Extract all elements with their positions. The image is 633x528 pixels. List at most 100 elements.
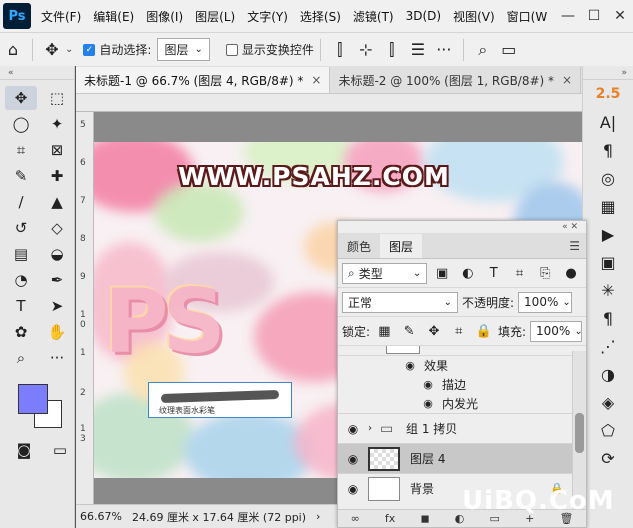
- brush-tool-icon[interactable]: ∕: [5, 190, 37, 214]
- frame-tool-icon[interactable]: ⊠: [41, 138, 73, 162]
- healing-brush-icon[interactable]: ✚: [41, 164, 73, 188]
- navigator-icon[interactable]: ▣: [583, 248, 633, 276]
- menu-view[interactable]: 视图(V): [447, 8, 501, 25]
- effects-row[interactable]: ◉ 效果: [338, 356, 586, 375]
- menu-layer[interactable]: 图层(L): [189, 8, 241, 25]
- pen-tool-icon[interactable]: ✒: [41, 268, 73, 292]
- effect-inner-glow-row[interactable]: ◉ 内发光: [338, 394, 586, 413]
- align-right-icon[interactable]: ⫿: [379, 40, 405, 60]
- lock-position-icon[interactable]: ✥: [424, 324, 445, 339]
- more-icon[interactable]: ···: [431, 40, 457, 59]
- move-tool-icon[interactable]: ✥: [5, 86, 37, 110]
- collapse-icon[interactable]: «: [0, 66, 74, 80]
- scrollbar-thumb[interactable]: [575, 413, 584, 453]
- swatches-icon[interactable]: ▦: [583, 192, 633, 220]
- eye-icon[interactable]: ◉: [402, 359, 418, 372]
- tab-document-1[interactable]: 未标题-1 @ 66.7% (图层 4, RGB/8#) * ×: [76, 67, 331, 93]
- marquee-tool-icon[interactable]: ⬚: [41, 86, 73, 110]
- brush-settings-icon[interactable]: ◎: [583, 164, 633, 192]
- tab-layers[interactable]: 图层: [380, 234, 423, 258]
- effect-stroke-row[interactable]: ◉ 描边: [338, 375, 586, 394]
- align-center-icon[interactable]: ⊹: [353, 40, 379, 59]
- share-icon[interactable]: ⋰: [583, 332, 633, 360]
- hand-tool-icon[interactable]: ✋: [41, 320, 73, 344]
- opacity-field[interactable]: 100% ⌄: [518, 291, 573, 313]
- history-brush-icon[interactable]: ↺: [5, 216, 37, 240]
- paragraph-icon[interactable]: ¶: [583, 304, 633, 332]
- tab-document-2[interactable]: 未标题-2 @ 100% (图层 1, RGB/8#) * ×: [330, 67, 582, 93]
- minimize-button[interactable]: —: [555, 8, 581, 24]
- dodge-tool-icon[interactable]: ◔: [5, 268, 37, 292]
- fx-icon[interactable]: fx: [385, 512, 395, 525]
- lock-image-icon[interactable]: ✎: [399, 324, 420, 339]
- quick-mask-icon[interactable]: ◙: [8, 438, 40, 462]
- mask-icon[interactable]: ◼: [420, 512, 429, 525]
- chevron-down-icon[interactable]: ⌄: [65, 44, 73, 55]
- filter-type-dropdown[interactable]: ⌕ 类型 ⌄: [342, 262, 428, 284]
- rotate-icon[interactable]: ⟳: [583, 444, 633, 472]
- path-select-icon[interactable]: ➤: [41, 294, 73, 318]
- eye-icon[interactable]: ◉: [420, 397, 436, 410]
- blend-mode-dropdown[interactable]: 正常 ⌄: [342, 291, 458, 313]
- menu-image[interactable]: 图像(I): [140, 8, 189, 25]
- eyedropper-icon[interactable]: ✎: [5, 164, 37, 188]
- type-tool-icon[interactable]: T: [5, 294, 37, 318]
- crop-tool-icon[interactable]: ⌗: [5, 138, 37, 162]
- stamp-tool-icon[interactable]: ▲: [41, 190, 73, 214]
- foreground-color-swatch[interactable]: [18, 384, 48, 414]
- link-layers-icon[interactable]: ∞: [351, 512, 360, 525]
- align-left-icon[interactable]: ⫿: [327, 40, 353, 60]
- magic-wand-icon[interactable]: ✦: [41, 112, 73, 136]
- layer-4-row[interactable]: ◉ 图层 4: [338, 443, 586, 473]
- close-button[interactable]: ✕: [607, 8, 633, 24]
- close-icon[interactable]: ×: [311, 73, 321, 87]
- collapse-icon[interactable]: »: [583, 66, 633, 80]
- workspace-icon[interactable]: ▭: [496, 40, 522, 59]
- eraser-tool-icon[interactable]: ◇: [41, 216, 73, 240]
- sparkle-icon[interactable]: ✳: [583, 276, 633, 304]
- distribute-icon[interactable]: ☰: [405, 40, 431, 59]
- panel-collapse-icon[interactable]: « ✕: [338, 221, 586, 233]
- image-filter-icon[interactable]: ▣: [431, 266, 453, 281]
- smart-object-filter-icon[interactable]: ⎘: [534, 266, 556, 281]
- zoom-level[interactable]: 66.67%: [80, 510, 122, 523]
- menu-file[interactable]: 文件(F): [35, 8, 87, 25]
- menu-edit[interactable]: 编辑(E): [87, 8, 140, 25]
- paths-icon[interactable]: ⬠: [583, 416, 633, 444]
- screen-mode-icon[interactable]: ▭: [44, 438, 76, 462]
- menu-window[interactable]: 窗口(W: [501, 8, 554, 25]
- fill-field[interactable]: 100% ⌄: [530, 320, 583, 342]
- shape-filter-icon[interactable]: ⌗: [509, 266, 531, 281]
- type-filter-icon[interactable]: T: [483, 266, 505, 281]
- menu-type[interactable]: 文字(Y): [241, 8, 294, 25]
- auto-select-checkbox[interactable]: ✓: [83, 43, 96, 56]
- menu-filter[interactable]: 滤镜(T): [347, 8, 400, 25]
- chevron-right-icon[interactable]: ›: [316, 510, 320, 523]
- filter-toggle-icon[interactable]: ●: [560, 266, 582, 281]
- brush-size-readout[interactable]: 2.5: [583, 80, 633, 108]
- eye-icon[interactable]: ◉: [338, 482, 368, 496]
- maximize-button[interactable]: ☐: [581, 8, 607, 24]
- lasso-tool-icon[interactable]: ◯: [5, 112, 37, 136]
- adjustment-filter-icon[interactable]: ◐: [457, 266, 479, 281]
- search-icon[interactable]: ⌕: [470, 40, 496, 60]
- channels-icon[interactable]: ◈: [583, 388, 633, 416]
- lock-artboard-icon[interactable]: ⌗: [448, 324, 469, 339]
- lock-transparent-icon[interactable]: ▦: [374, 324, 395, 339]
- play-icon[interactable]: ▶: [583, 220, 633, 248]
- shape-tool-icon[interactable]: ✿: [5, 320, 37, 344]
- eye-icon[interactable]: ◉: [338, 452, 368, 466]
- menu-select[interactable]: 选择(S): [294, 8, 347, 25]
- eye-icon[interactable]: ◉: [420, 378, 436, 391]
- chevron-right-icon[interactable]: ›: [368, 423, 380, 434]
- move-tool-icon[interactable]: ✥: [39, 40, 65, 59]
- close-icon[interactable]: ×: [562, 73, 572, 87]
- lock-all-icon[interactable]: 🔒: [473, 324, 494, 339]
- adjustments-icon[interactable]: ◑: [583, 360, 633, 388]
- gradient-tool-icon[interactable]: ▤: [5, 242, 37, 266]
- eye-icon[interactable]: ◉: [338, 422, 368, 436]
- blur-tool-icon[interactable]: ◒: [41, 242, 73, 266]
- home-icon[interactable]: ⌂: [0, 40, 26, 59]
- more-tools-icon[interactable]: ···: [41, 346, 73, 370]
- character-panel-icon[interactable]: A|: [583, 108, 633, 136]
